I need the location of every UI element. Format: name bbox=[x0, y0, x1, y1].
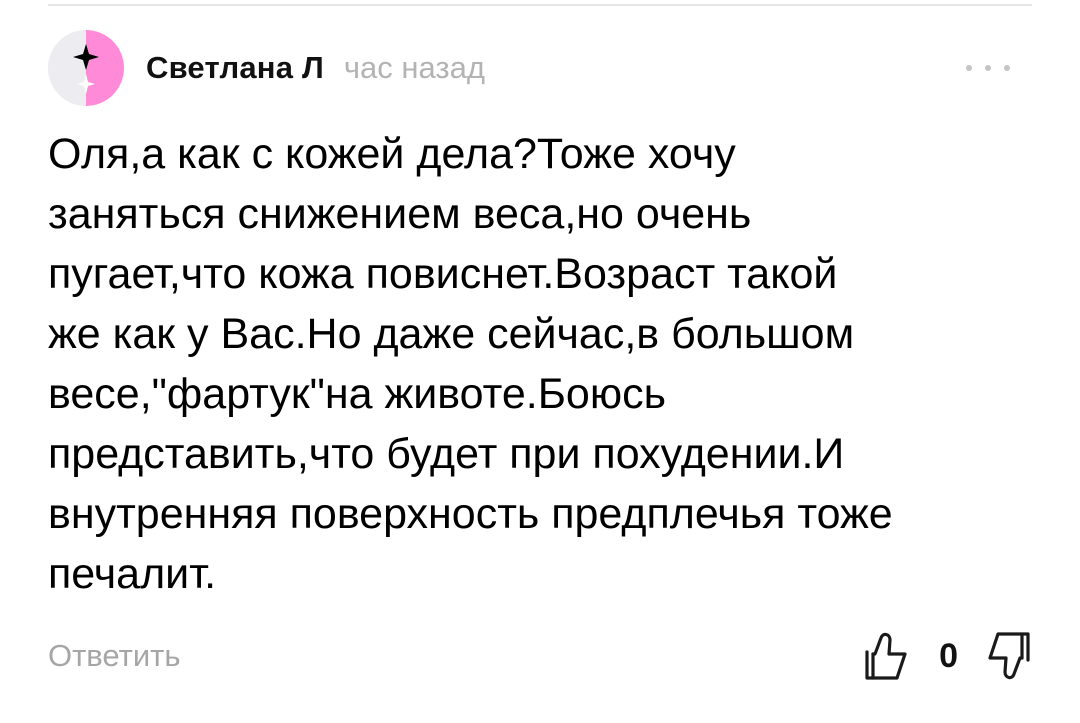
author-name[interactable]: Светлана Л bbox=[146, 50, 324, 86]
comment-text: Оля,а как с кожей дела?Тоже хочу занятьс… bbox=[48, 130, 893, 598]
thumb-up-icon[interactable] bbox=[863, 630, 909, 682]
dot bbox=[985, 65, 991, 71]
top-divider bbox=[48, 4, 1032, 6]
like-count: 0 bbox=[939, 636, 958, 675]
thumb-down-icon[interactable] bbox=[986, 630, 1032, 682]
sparkle-avatar-icon bbox=[73, 30, 124, 106]
avatar[interactable] bbox=[48, 30, 124, 106]
dot bbox=[966, 65, 972, 71]
comment-footer: Ответить 0 bbox=[48, 624, 1032, 688]
comment-header: Светлана Л час назад bbox=[48, 30, 1032, 106]
reply-button[interactable]: Ответить bbox=[48, 638, 181, 674]
more-dots-icon[interactable] bbox=[966, 58, 1010, 78]
comment-timestamp: час назад bbox=[343, 50, 485, 85]
dot bbox=[1004, 65, 1010, 71]
vote-controls: 0 bbox=[863, 630, 1032, 682]
